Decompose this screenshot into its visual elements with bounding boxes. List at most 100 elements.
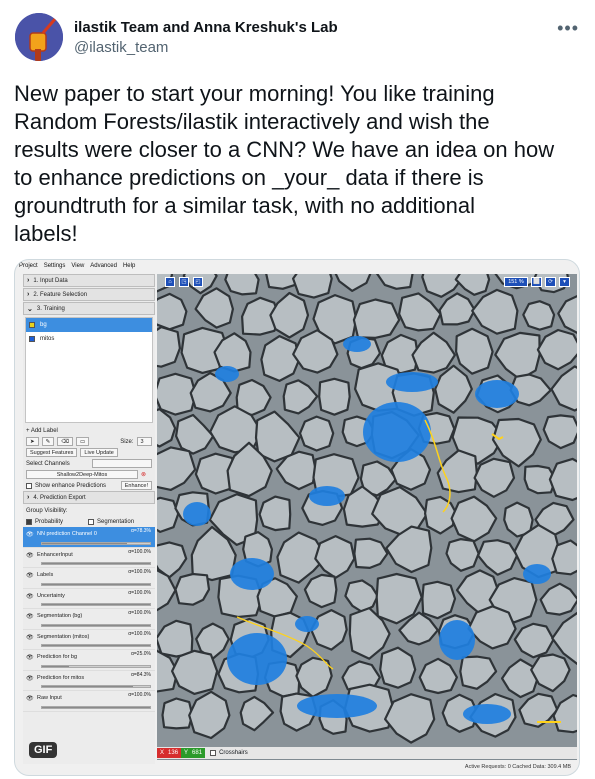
tool-row: ➤ ✎ ⌫ ▭ Size: 3 bbox=[23, 436, 155, 447]
status-bar: X 136 Y 681 Crosshairs bbox=[157, 747, 577, 759]
opacity-slider[interactable] bbox=[41, 623, 151, 627]
opacity-fill bbox=[42, 583, 150, 585]
eraser-tool-icon[interactable]: ⌫ bbox=[57, 437, 73, 446]
eye-icon[interactable]: 👁 bbox=[26, 572, 34, 579]
select-channels-label: Select Channels bbox=[26, 460, 70, 467]
more-options-icon[interactable]: ••• bbox=[557, 18, 579, 39]
add-label-row: + Add Label bbox=[23, 425, 155, 436]
tweet-media[interactable]: Project Settings View Advanced Help › 1.… bbox=[14, 259, 580, 776]
label-item-mitos[interactable]: mitos bbox=[26, 332, 152, 346]
mito-prediction-blob bbox=[215, 366, 239, 382]
coord-x-value: 136 bbox=[168, 750, 179, 756]
eye-icon[interactable]: 👁 bbox=[26, 613, 34, 620]
label-color-swatch[interactable] bbox=[29, 336, 35, 342]
applet-feature-selection[interactable]: › 2. Feature Selection bbox=[23, 288, 155, 301]
applet-label: 2. Feature Selection bbox=[33, 291, 88, 298]
layer-opacity: α=100.0% bbox=[128, 569, 151, 575]
menu-advanced[interactable]: Advanced bbox=[90, 263, 117, 274]
opacity-slider[interactable] bbox=[41, 603, 151, 606]
remove-model-icon[interactable]: ⊗ bbox=[141, 471, 146, 478]
box-tool-icon[interactable]: ▭ bbox=[76, 437, 90, 446]
opacity-slider[interactable] bbox=[41, 541, 151, 545]
eye-icon[interactable]: 👁 bbox=[26, 654, 34, 661]
live-update-button[interactable]: Live Update bbox=[80, 448, 118, 457]
rotate-icon[interactable]: ⟳ bbox=[545, 277, 556, 287]
mito-prediction-blob bbox=[183, 502, 211, 526]
layer-row[interactable]: 👁 Segmentation (mitos) α=100.0% bbox=[23, 630, 155, 650]
show-enhance-checkbox[interactable] bbox=[26, 482, 32, 489]
author-name[interactable]: ilastik Team and Anna Kreshuk's Lab bbox=[74, 18, 338, 38]
eye-icon[interactable]: 👁 bbox=[26, 531, 34, 538]
eye-icon[interactable]: 👁 bbox=[26, 593, 34, 600]
layer-row[interactable]: 👁 Raw Input α=100.0% bbox=[23, 691, 155, 712]
applet-training[interactable]: ⌄ 3. Training bbox=[23, 302, 155, 315]
view-tool-icon[interactable]: ◰ bbox=[193, 277, 203, 287]
layer-name: Uncertainty bbox=[37, 592, 65, 599]
coord-y-readout: Y 681 bbox=[181, 748, 206, 758]
applet-label: 1. Input Data bbox=[33, 277, 68, 284]
opacity-slider[interactable] bbox=[41, 685, 151, 688]
eye-icon[interactable]: 👁 bbox=[26, 634, 34, 641]
eye-icon[interactable]: 👁 bbox=[26, 695, 34, 702]
opacity-fill bbox=[42, 645, 150, 646]
suggest-features-button[interactable]: Suggest Features bbox=[26, 448, 78, 457]
view-tool-icon[interactable]: ⌂ bbox=[165, 277, 175, 287]
segmentation-label: Segmentation bbox=[97, 518, 135, 525]
mito-prediction-blob bbox=[309, 486, 345, 506]
crosshairs-checkbox[interactable] bbox=[210, 750, 217, 756]
layer-row[interactable]: 👁 Segmentation (bg) α=100.0% bbox=[23, 609, 155, 630]
chevron-right-icon: › bbox=[27, 277, 30, 284]
author-avatar[interactable] bbox=[15, 13, 63, 61]
tweet-text: New paper to start your morning! You lik… bbox=[14, 81, 555, 246]
channels-dropdown[interactable] bbox=[92, 459, 152, 468]
view-tool-icon[interactable]: ◳ bbox=[179, 277, 189, 287]
label-item-bg[interactable]: bg bbox=[26, 318, 152, 332]
brush-size-select[interactable]: 3 bbox=[136, 437, 152, 446]
em-image-canvas[interactable] bbox=[157, 274, 577, 747]
brush-tool-icon[interactable]: ✎ bbox=[41, 437, 55, 446]
crosshairs-label: Crosshairs bbox=[219, 750, 248, 756]
mito-prediction-blob bbox=[439, 620, 475, 660]
menu-settings[interactable]: Settings bbox=[44, 263, 66, 274]
opacity-slider[interactable] bbox=[41, 664, 151, 668]
author-handle[interactable]: @ilastik_team bbox=[74, 38, 338, 58]
layer-opacity: α=84.3% bbox=[131, 671, 151, 678]
layer-list: 👁 NN prediction Channel 0 α=78.3% 👁 Enhancer… bbox=[23, 527, 155, 712]
layer-row[interactable]: 👁 NN prediction Channel 0 α=78.3% bbox=[23, 527, 155, 548]
probability-checkbox[interactable] bbox=[26, 518, 32, 525]
layer-row[interactable]: 👁 Prediction for mitos α=84.3% bbox=[23, 671, 155, 691]
menu-project[interactable]: Project bbox=[19, 263, 38, 274]
gif-badge[interactable]: GIF bbox=[29, 742, 58, 758]
menu-view[interactable]: View bbox=[71, 263, 84, 274]
layer-row[interactable]: 👁 Labels α=100.0% bbox=[23, 568, 155, 589]
opacity-slider[interactable] bbox=[41, 705, 151, 709]
menu-help[interactable]: Help bbox=[123, 263, 135, 274]
applet-input-data[interactable]: › 1. Input Data bbox=[23, 274, 155, 287]
layer-row[interactable]: 👁 EnhancerInput α=100.0% bbox=[23, 548, 155, 568]
add-label-button[interactable]: + Add Label bbox=[26, 428, 58, 434]
layer-row[interactable]: 👁 Prediction for bg α=25.0% bbox=[23, 650, 155, 671]
applet-label: 3. Training bbox=[36, 305, 65, 312]
opacity-slider[interactable] bbox=[41, 562, 151, 565]
eye-icon[interactable]: 👁 bbox=[26, 552, 34, 559]
eye-icon[interactable]: 👁 bbox=[26, 675, 34, 682]
model-select-button[interactable]: Shallow2Deep-Mitos bbox=[26, 470, 138, 479]
opacity-fill bbox=[42, 542, 127, 544]
layer-opacity: α=78.3% bbox=[131, 528, 151, 534]
mito-prediction-blob bbox=[227, 633, 287, 685]
visibility-toggles: Probability Segmentation bbox=[23, 516, 155, 527]
label-color-swatch[interactable] bbox=[29, 322, 35, 328]
pointer-tool-icon[interactable]: ➤ bbox=[26, 437, 39, 446]
opacity-slider[interactable] bbox=[41, 644, 151, 647]
applet-prediction-export[interactable]: › 4. Prediction Export bbox=[23, 491, 155, 504]
segmentation-checkbox[interactable] bbox=[88, 518, 95, 525]
zoom-level[interactable]: 151 % bbox=[504, 277, 528, 287]
layer-row[interactable]: 👁 Uncertainty α=100.0% bbox=[23, 589, 155, 609]
layer-opacity: α=25.0% bbox=[131, 651, 151, 657]
image-viewer[interactable]: ⌂ ◳ ◰ 151 % ⬜ ⟳ ▾ bbox=[157, 274, 577, 760]
mito-prediction-blob bbox=[523, 564, 551, 584]
dropdown-icon[interactable]: ▾ bbox=[559, 277, 570, 287]
opacity-slider[interactable] bbox=[41, 582, 151, 586]
enhance-button[interactable]: Enhance! bbox=[120, 481, 152, 490]
maximize-icon[interactable]: ⬜ bbox=[531, 277, 542, 287]
